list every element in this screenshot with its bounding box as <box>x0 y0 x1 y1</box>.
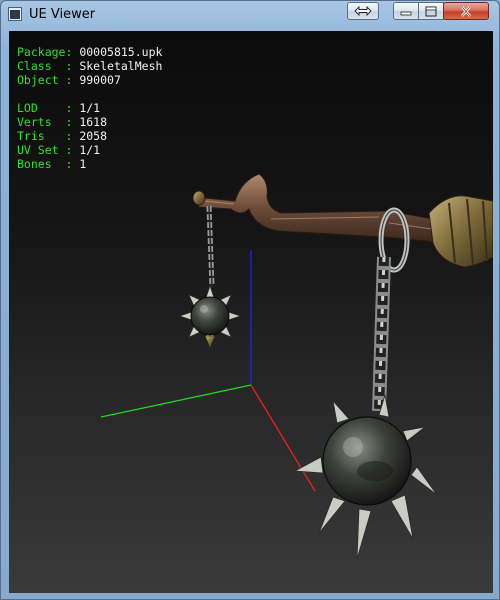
axis-y-line <box>100 384 252 418</box>
info-row-uvset: UV Set : 1/1 <box>17 143 162 157</box>
info-value: 1/1 <box>79 101 101 115</box>
info-row-lod: LOD : 1/1 <box>17 101 162 115</box>
axis-x-line <box>250 384 316 492</box>
info-row-class: Class : SkeletalMesh <box>17 59 162 73</box>
info-value: 1618 <box>79 115 108 129</box>
info-label: LOD : <box>17 101 73 115</box>
info-label: Object : <box>17 73 73 87</box>
info-row-verts: Verts : 1618 <box>17 115 162 129</box>
info-row-package: Package: 00005815.upk <box>17 45 162 59</box>
info-value: 2058 <box>79 129 108 143</box>
info-value: 1 <box>79 157 87 171</box>
small-spiked-ball <box>179 285 241 349</box>
minimize-icon <box>400 11 412 16</box>
info-row-object: Object : 990007 <box>17 73 162 87</box>
title-bar[interactable]: UE Viewer <box>1 1 499 29</box>
app-icon <box>8 7 22 21</box>
info-label: UV Set : <box>17 143 73 157</box>
window-title: UE Viewer <box>29 7 96 22</box>
info-label: Verts : <box>17 115 73 129</box>
flail-shaft <box>194 173 448 244</box>
info-row-tris: Tris : 2058 <box>17 129 162 143</box>
large-spiked-ball <box>293 394 438 560</box>
info-row-bones: Bones : 1 <box>17 157 162 171</box>
info-value: 1/1 <box>79 143 101 157</box>
info-value: SkeletalMesh <box>79 59 163 73</box>
swap-button[interactable] <box>347 2 379 20</box>
swap-arrows-icon <box>354 6 372 16</box>
maximize-button[interactable] <box>418 2 444 20</box>
mesh-info-overlay: Package: 00005815.upk Class : SkeletalMe… <box>17 45 162 171</box>
close-button[interactable] <box>443 2 489 20</box>
close-icon <box>461 5 471 17</box>
info-value: 00005815.upk <box>79 45 163 59</box>
3d-viewport[interactable]: Package: 00005815.upk Class : SkeletalMe… <box>9 31 493 593</box>
shaft-end-cap <box>192 190 206 206</box>
info-value: 990007 <box>79 73 121 87</box>
info-label: Tris : <box>17 129 73 143</box>
app-window: UE Viewer Package: 00005815.upk Class: … <box>0 0 500 600</box>
minimize-button[interactable] <box>393 2 419 20</box>
info-label: Package: <box>17 45 73 59</box>
maximize-icon <box>425 6 437 16</box>
info-label: Class : <box>17 59 73 73</box>
info-label: Bones : <box>17 157 73 171</box>
large-chain <box>372 256 391 412</box>
